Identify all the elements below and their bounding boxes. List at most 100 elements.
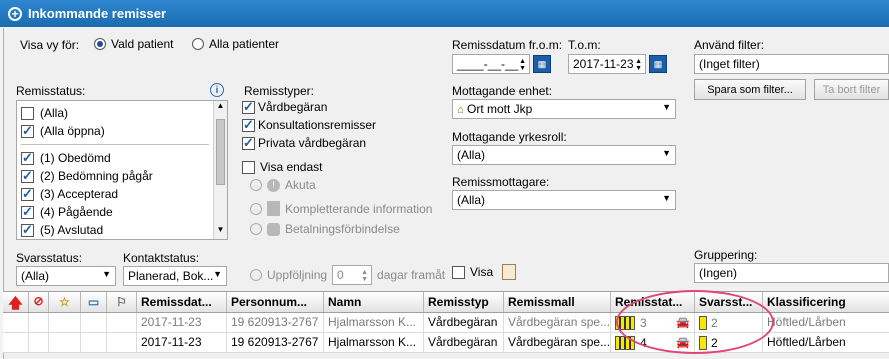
item-label: Konsultationsremisser	[258, 118, 377, 132]
list-item[interactable]: (4) Pågående	[17, 203, 227, 221]
item-label: Visa endast	[260, 160, 323, 174]
radio-icon[interactable]	[250, 179, 262, 191]
scroll-down-icon[interactable]: ▼	[214, 225, 227, 239]
info-icon[interactable]: i	[210, 83, 224, 97]
radio-vald-patient[interactable]: Vald patient	[94, 37, 174, 51]
radio-icon[interactable]	[250, 202, 262, 215]
comment-icon[interactable]: ▭	[81, 292, 107, 312]
remisstyper-label: Remisstyper:	[244, 84, 315, 98]
checkbox[interactable]	[242, 117, 255, 133]
date-from-input[interactable]: ____-__-__ ▲ ▼	[452, 54, 530, 74]
spinner-icon[interactable]: ▲ ▼	[635, 58, 642, 72]
chevron-down-icon[interactable]: ▼	[662, 148, 671, 158]
checkbox[interactable]	[21, 222, 34, 238]
flag-icon[interactable]: ⚐	[107, 292, 137, 312]
remissstatus-list[interactable]: (Alla) (Alla öppna) (1) Obedömd (2) Bedö…	[16, 100, 228, 240]
kontaktstatus-select[interactable]: Planerad, Bok... ▼	[123, 266, 227, 286]
item-label: Akuta	[285, 178, 316, 192]
checkbox[interactable]	[242, 135, 255, 151]
cell-pnr: 19 620913-2767	[227, 313, 324, 332]
chevron-down-icon[interactable]: ▼	[662, 193, 671, 203]
calendar-icon[interactable]: ▦	[649, 55, 667, 73]
scrollbar[interactable]: ▲ ▼	[213, 101, 227, 239]
item-label: Vårdbegäran	[258, 100, 328, 114]
radio-icon[interactable]	[94, 38, 106, 50]
type-vardbegaran[interactable]: Vårdbegäran	[242, 99, 328, 115]
svarsstatus-label: Svarsstatus:	[16, 251, 83, 265]
mottagare-select[interactable]: (Alla) ▼	[452, 190, 676, 210]
kontaktstatus-label: Kontaktstatus:	[123, 251, 200, 265]
chevron-down-icon[interactable]: ▼	[102, 269, 111, 279]
uppfoljning[interactable]: Uppföljning 0 ▲ ▼ dagar framåt	[250, 265, 445, 285]
date-from-value: ____-__-__	[457, 57, 519, 71]
type-konsultation[interactable]: Konsultationsremisser	[242, 117, 377, 133]
spinner-icon[interactable]: ▲ ▼	[519, 58, 526, 72]
col-remisstyp[interactable]: Remisstyp	[424, 292, 504, 312]
radio-icon[interactable]	[192, 38, 204, 50]
blocked-icon[interactable]: ⊘	[29, 292, 49, 312]
chevron-down-icon[interactable]: ▼	[213, 269, 222, 279]
add-icon[interactable]: +	[8, 6, 22, 21]
spinner-icon[interactable]: ▲ ▼	[361, 269, 368, 283]
mottagare-value: (Alla)	[457, 193, 486, 207]
chevron-down-icon[interactable]: ▼	[662, 102, 671, 112]
radio-alla-patienter[interactable]: Alla patienter	[192, 37, 279, 51]
save-filter-button[interactable]: Spara som filter...	[694, 79, 806, 100]
yrkesroll-select[interactable]: (Alla) ▼	[452, 145, 676, 165]
calendar-icon[interactable]: ▦	[533, 55, 551, 73]
visa-endast[interactable]: Visa endast	[242, 160, 323, 174]
checkbox[interactable]	[21, 123, 34, 139]
sub-kompletterande[interactable]: Kompletterande information	[250, 201, 432, 216]
star-icon[interactable]: ☆	[49, 292, 81, 312]
scroll-up-icon[interactable]: ▲	[214, 101, 227, 115]
list-item[interactable]: (Alla)	[17, 104, 227, 122]
filter-select[interactable]: (Inget filter)	[694, 54, 889, 74]
visa-checkbox[interactable]: Visa	[452, 264, 517, 280]
radio-icon[interactable]	[250, 223, 262, 235]
export-icon[interactable]	[502, 264, 517, 280]
list-item[interactable]: (1) Obedömd	[17, 149, 227, 167]
gruppering-select[interactable]: (Ingen)	[694, 263, 889, 283]
col-klassificering[interactable]: Klassificering	[763, 292, 889, 312]
checkbox[interactable]	[21, 204, 34, 220]
uppfoljning-value: 0	[337, 268, 344, 282]
checkbox[interactable]	[21, 186, 34, 202]
view-label: Visa vy för:	[20, 38, 80, 52]
uppfoljning-input[interactable]: 0 ▲ ▼	[332, 265, 373, 285]
yrkesroll-value: (Alla)	[457, 148, 486, 162]
document-icon	[267, 201, 280, 216]
sub-betalning[interactable]: Betalningsförbindelse	[250, 222, 400, 236]
sub-akuta[interactable]: ! Akuta	[250, 178, 316, 192]
priority-icon[interactable]: 🡅	[3, 292, 29, 312]
delete-filter-button[interactable]: Ta bort filter	[814, 79, 889, 100]
checkbox[interactable]	[21, 106, 34, 120]
checkbox[interactable]	[21, 168, 34, 184]
uppfoljning-label: Uppföljning	[267, 268, 328, 282]
cell-mall: Vårdbegäran spe...	[504, 333, 611, 352]
list-item[interactable]: (3) Accepterad	[17, 185, 227, 203]
checkbox[interactable]	[242, 99, 255, 115]
col-namn[interactable]: Namn	[324, 292, 424, 312]
divider	[21, 144, 209, 145]
svarsstatus-select[interactable]: (Alla) ▼	[16, 266, 116, 286]
col-personnummer[interactable]: Personnum...	[227, 292, 324, 312]
item-label: (4) Pågående	[40, 205, 113, 219]
window-title: Inkommande remisser	[28, 6, 167, 21]
radio-icon[interactable]	[250, 269, 262, 281]
date-to-label: T.o.m:	[568, 38, 601, 52]
checkbox[interactable]	[21, 150, 34, 166]
list-item[interactable]: (Alla öppna)	[17, 122, 227, 140]
item-label: (5) Avslutad	[40, 223, 104, 237]
checkbox[interactable]	[242, 160, 255, 174]
remissstatus-label: Remisstatus:	[16, 84, 86, 98]
col-remissmall[interactable]: Remissmall	[504, 292, 611, 312]
type-privata[interactable]: Privata vårdbegäran	[242, 135, 366, 151]
list-item[interactable]: (5) Avslutad	[17, 221, 227, 239]
list-item[interactable]: (2) Bedömning pågår	[17, 167, 227, 185]
uppfoljning-suffix: dagar framåt	[377, 268, 446, 282]
date-to-input[interactable]: 2017-11-23 ▲ ▼	[568, 54, 646, 74]
checkbox[interactable]	[452, 265, 465, 279]
scroll-thumb[interactable]	[216, 119, 225, 185]
col-remissdatum[interactable]: Remissdat...	[137, 292, 227, 312]
enhet-select[interactable]: ⌂ Ort mott Jkp ▼	[452, 99, 676, 119]
